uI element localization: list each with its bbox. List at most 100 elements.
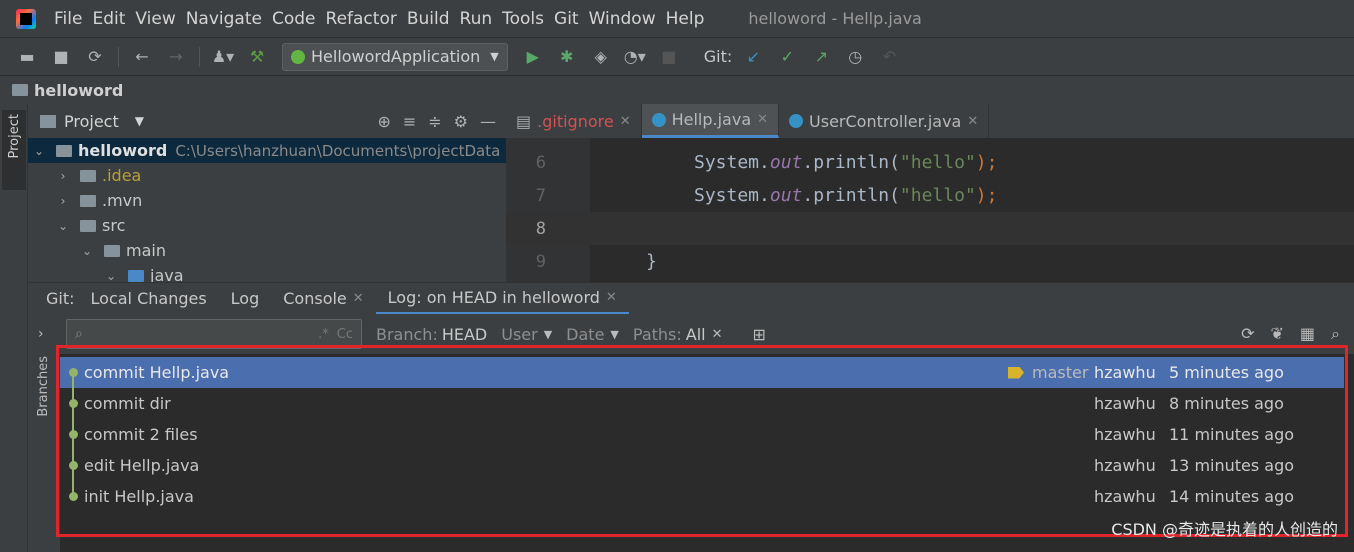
tab-gitignore[interactable]: ▤ .gitignore ✕ — [506, 104, 642, 138]
paths-filter-label: Paths: — [632, 324, 682, 344]
run-icon[interactable]: ▶ — [522, 46, 544, 68]
tree-item-java[interactable]: ⌄ java — [28, 263, 506, 282]
close-icon[interactable]: ✕ — [967, 114, 978, 129]
navigation-bar: helloword — [0, 76, 1354, 104]
breadcrumb-project[interactable]: helloword — [34, 81, 123, 100]
run-configuration-select[interactable]: HellowordApplication ▼ — [282, 42, 508, 71]
collapse-all-icon[interactable]: ≑ — [428, 112, 441, 131]
window-title: helloword - Hellp.java — [748, 9, 922, 28]
code-editor[interactable]: 6 System.out.println("hello"); 7 System.… — [506, 138, 1354, 282]
sync-icon[interactable]: ⟳ — [84, 46, 106, 68]
tree-item-src[interactable]: ⌄ src — [28, 213, 506, 238]
rollback-icon[interactable]: ↶ — [878, 46, 900, 68]
coverage-icon[interactable]: ◈ — [590, 46, 612, 68]
menu-git[interactable]: Git — [554, 9, 579, 29]
menu-help[interactable]: Help — [666, 9, 705, 29]
new-tab-icon[interactable]: ⊞ — [753, 325, 766, 344]
stop-icon[interactable]: ■ — [658, 46, 680, 68]
chevron-down-icon: ▼ — [490, 50, 499, 63]
code-text: } — [646, 251, 657, 272]
regex-toggle[interactable]: .* — [318, 327, 329, 342]
git-commit-icon[interactable]: ✓ — [776, 46, 798, 68]
editor-tabs: ▤ .gitignore ✕ Hellp.java ✕ UserControll… — [506, 104, 1354, 138]
build-hammer-icon[interactable]: ⚒ — [246, 46, 268, 68]
tree-item-mvn[interactable]: › .mvn — [28, 188, 506, 213]
menu-code[interactable]: Code — [272, 9, 316, 29]
project-view-icon — [40, 114, 56, 128]
chevron-down-icon[interactable]: ⌄ — [56, 219, 70, 233]
folder-icon — [80, 219, 96, 232]
menu-view[interactable]: View — [135, 9, 175, 29]
tab-console[interactable]: Console ✕ — [271, 283, 375, 315]
git-update-icon[interactable]: ↙ — [742, 46, 764, 68]
git-tool-tabs: Git: Local Changes Log Console ✕ Log: on… — [28, 282, 1354, 315]
menu-run[interactable]: Run — [460, 9, 493, 29]
expand-all-icon[interactable]: ≡ — [403, 112, 416, 131]
forward-arrow-icon[interactable]: → — [165, 46, 187, 68]
menu-navigate[interactable]: Navigate — [186, 9, 262, 29]
project-tool-button[interactable]: Project — [2, 110, 26, 190]
history-icon[interactable]: ◷ — [844, 46, 866, 68]
minimize-icon[interactable]: — — [480, 112, 496, 131]
java-class-icon — [789, 114, 804, 128]
match-case-toggle[interactable]: Cc — [337, 327, 353, 342]
close-icon[interactable]: ✕ — [757, 112, 768, 127]
gear-icon[interactable]: ⚙ — [454, 112, 468, 131]
user-dropdown-icon[interactable]: ♟▾ — [212, 46, 234, 68]
debug-icon[interactable]: ✱ — [556, 46, 578, 68]
paths-filter[interactable]: Paths: All ✕ — [633, 325, 723, 344]
menu-file[interactable]: File — [54, 9, 82, 29]
tree-item-label: helloword — [78, 141, 168, 160]
chevron-right-icon[interactable]: › — [38, 326, 44, 342]
tab-log[interactable]: Log — [219, 283, 272, 315]
chevron-down-icon[interactable]: ⌄ — [104, 269, 118, 283]
view-options-icon[interactable]: ▦ — [1300, 324, 1315, 344]
tab-label: Console — [283, 289, 347, 308]
menu-build[interactable]: Build — [407, 9, 450, 29]
tab-hellp-java[interactable]: Hellp.java ✕ — [641, 104, 780, 138]
folder-icon — [12, 84, 28, 96]
save-icon[interactable]: ■ — [50, 46, 72, 68]
back-arrow-icon[interactable]: ← — [131, 46, 153, 68]
cherry-pick-icon[interactable]: ❦ — [1271, 324, 1284, 344]
close-icon[interactable]: ✕ — [606, 290, 617, 305]
chevron-right-icon[interactable]: › — [56, 169, 70, 183]
user-filter[interactable]: User ▼ — [501, 325, 552, 344]
spring-icon — [291, 49, 305, 64]
menu-tools[interactable]: Tools — [502, 9, 544, 29]
date-filter[interactable]: Date ▼ — [566, 325, 619, 344]
menu-edit[interactable]: Edit — [92, 9, 125, 29]
search-icon[interactable]: ⌕ — [1331, 324, 1340, 344]
close-icon[interactable]: ✕ — [620, 114, 631, 129]
branch-filter-value: HEAD — [441, 324, 488, 344]
chevron-down-icon[interactable]: ⌄ — [32, 144, 46, 158]
branch-filter[interactable]: Branch: HEAD — [376, 325, 487, 344]
folder-icon — [56, 144, 72, 157]
code-text: System.out.println("hello"); — [694, 185, 998, 206]
branch-filter-label: Branch: — [376, 324, 438, 344]
chevron-down-icon[interactable]: ▼ — [135, 114, 144, 128]
menu-refactor[interactable]: Refactor — [326, 9, 397, 29]
branches-label[interactable]: Branches — [36, 356, 51, 417]
project-view-title[interactable]: Project — [64, 112, 119, 131]
menu-window[interactable]: Window — [589, 9, 656, 29]
project-tree: ⌄ helloword C:\Users\hanzhuan\Documents\… — [28, 138, 506, 282]
close-icon[interactable]: ✕ — [353, 291, 364, 306]
git-push-icon[interactable]: ↗ — [810, 46, 832, 68]
tree-item-main[interactable]: ⌄ main — [28, 238, 506, 263]
chevron-right-icon[interactable]: › — [56, 194, 70, 208]
toolbar-divider — [118, 46, 119, 67]
tab-log-head[interactable]: Log: on HEAD in helloword ✕ — [375, 283, 629, 315]
tree-item-idea[interactable]: › .idea — [28, 163, 506, 188]
locate-icon[interactable]: ⊕ — [377, 112, 390, 131]
refresh-icon[interactable]: ⟳ — [1241, 324, 1254, 344]
tab-usercontroller-java[interactable]: UserController.java ✕ — [779, 104, 990, 138]
code-line: 9 } — [506, 245, 1354, 278]
tree-item-root[interactable]: ⌄ helloword C:\Users\hanzhuan\Documents\… — [28, 138, 506, 163]
open-folder-icon[interactable]: ▬ — [16, 46, 38, 68]
date-filter-label: Date — [566, 324, 605, 344]
profile-icon[interactable]: ◔▾ — [624, 46, 646, 68]
chevron-down-icon[interactable]: ⌄ — [80, 244, 94, 258]
close-icon[interactable]: ✕ — [712, 327, 723, 342]
tab-local-changes[interactable]: Local Changes — [79, 283, 219, 315]
